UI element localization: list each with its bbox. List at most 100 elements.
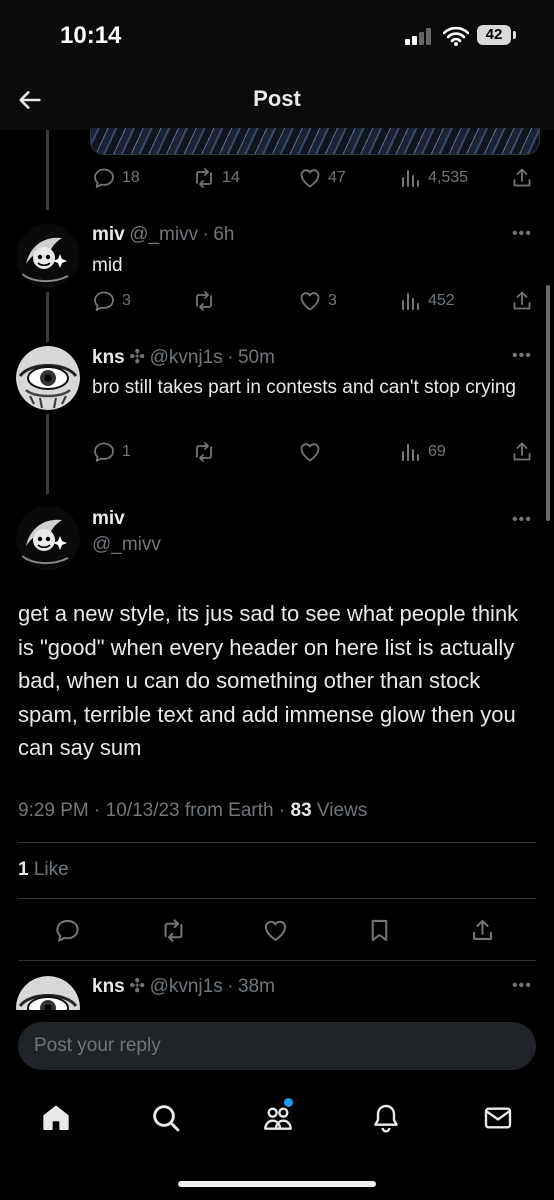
avatar[interactable] (16, 224, 80, 288)
reply-button[interactable]: 18 (92, 164, 140, 192)
speech-bubble-icon (92, 289, 116, 313)
share-button[interactable] (510, 164, 534, 192)
search-icon (153, 1105, 180, 1132)
views-button[interactable]: 452 (398, 287, 455, 315)
thread-line (46, 130, 49, 210)
reply-header: miv @_mivv · 6h (92, 224, 234, 246)
bell-icon (374, 1104, 398, 1133)
avatar[interactable] (16, 346, 80, 410)
tab-notifications[interactable] (366, 1100, 406, 1136)
reply-header: kns ✣ @kvnj1s · 50m (92, 346, 275, 369)
cellular-signal-icon (405, 28, 431, 45)
bookmark-button[interactable] (366, 917, 393, 944)
reply-button[interactable] (54, 917, 81, 944)
bar-chart-icon (398, 166, 422, 190)
handle[interactable]: @_mivv (129, 224, 198, 245)
share-icon (510, 440, 534, 464)
like-count: 1 (18, 859, 29, 880)
post-action-bar: 18 14 47 4,535 (88, 164, 538, 192)
view-count: 452 (428, 292, 455, 309)
more-options-icon[interactable]: ••• (512, 977, 532, 995)
post-source: from Earth (184, 800, 274, 821)
display-name[interactable]: miv (92, 508, 125, 530)
post-action-bar (0, 912, 554, 948)
display-name[interactable]: kns (92, 347, 125, 368)
reply-action-bar: 1 69 (88, 438, 538, 466)
share-icon (510, 289, 534, 313)
repost-button[interactable]: 14 (192, 164, 240, 192)
status-bar: 10:14 42 (0, 0, 554, 70)
envelope-icon (484, 1107, 512, 1129)
reply-text: bro still takes part in contests and can… (92, 377, 516, 398)
tab-communities[interactable] (258, 1098, 298, 1136)
divider (18, 842, 536, 843)
repost-icon (192, 440, 216, 464)
name-badge: ✣ (129, 976, 146, 997)
tab-search[interactable] (146, 1100, 186, 1136)
repost-icon (192, 166, 216, 190)
repost-button[interactable] (192, 438, 222, 466)
home-indicator (178, 1181, 376, 1187)
post-time: 9:29 PM (18, 800, 89, 821)
share-button[interactable] (510, 287, 534, 315)
like-button[interactable]: 47 (298, 164, 346, 192)
divider (18, 898, 536, 899)
views-button[interactable]: 4,535 (398, 164, 468, 192)
post-media-image[interactable] (90, 128, 540, 155)
display-name[interactable]: kns (92, 976, 125, 997)
views-count: 83 (290, 800, 312, 821)
meta-separator: · (202, 224, 209, 245)
post-date: 10/13/23 (105, 800, 180, 821)
meta-separator: · (227, 347, 234, 368)
like-label: Like (33, 859, 69, 880)
avatar[interactable] (16, 506, 80, 570)
reply-input[interactable] (18, 1022, 536, 1070)
wifi-icon (443, 26, 469, 46)
view-count: 69 (428, 443, 446, 460)
heart-icon (298, 440, 322, 464)
share-icon (510, 166, 534, 190)
views-button[interactable]: 69 (398, 438, 446, 466)
reply-count: 1 (122, 443, 131, 460)
home-icon (43, 1105, 69, 1130)
post-meta: 9:29 PM · 10/13/23 from Earth · 83 Views (18, 800, 368, 821)
reply-count: 18 (122, 169, 140, 186)
battery-tip (513, 31, 516, 39)
repost-icon (192, 289, 216, 313)
scrollbar[interactable] (546, 285, 550, 521)
thread-line (46, 292, 49, 342)
view-count: 4,535 (428, 169, 469, 186)
likes-stat[interactable]: 1 Like (18, 859, 69, 881)
share-button[interactable] (510, 438, 534, 466)
heart-icon (298, 166, 322, 190)
repost-button[interactable] (192, 287, 222, 315)
meta-separator: · (227, 976, 234, 997)
divider (18, 960, 536, 961)
tab-home[interactable] (36, 1100, 76, 1136)
like-count: 3 (328, 292, 337, 309)
like-button[interactable] (262, 917, 289, 944)
like-count: 47 (328, 169, 346, 186)
handle[interactable]: @kvnj1s (150, 347, 223, 368)
thread-line (46, 414, 49, 494)
more-options-icon[interactable]: ••• (512, 347, 532, 365)
reply-text: mid (92, 255, 123, 276)
tab-messages[interactable] (478, 1100, 518, 1136)
share-button[interactable] (469, 917, 496, 944)
repost-count: 14 (222, 169, 240, 186)
timestamp: 50m (237, 347, 275, 368)
post-text: get a new style, its jus sad to see what… (18, 601, 519, 760)
avatar-image (16, 506, 80, 570)
more-options-icon[interactable]: ••• (512, 511, 532, 529)
views-label: Views (316, 800, 368, 821)
reply-button[interactable]: 3 (92, 287, 131, 315)
display-name[interactable]: miv (92, 224, 125, 245)
like-button[interactable]: 3 (298, 287, 337, 315)
more-options-icon[interactable]: ••• (512, 225, 532, 243)
reply-button[interactable]: 1 (92, 438, 131, 466)
handle[interactable]: @kvnj1s (150, 976, 223, 997)
repost-button[interactable] (160, 917, 187, 944)
timestamp: 38m (237, 976, 275, 997)
like-button[interactable] (298, 438, 328, 466)
handle[interactable]: @_mivv (92, 534, 161, 556)
